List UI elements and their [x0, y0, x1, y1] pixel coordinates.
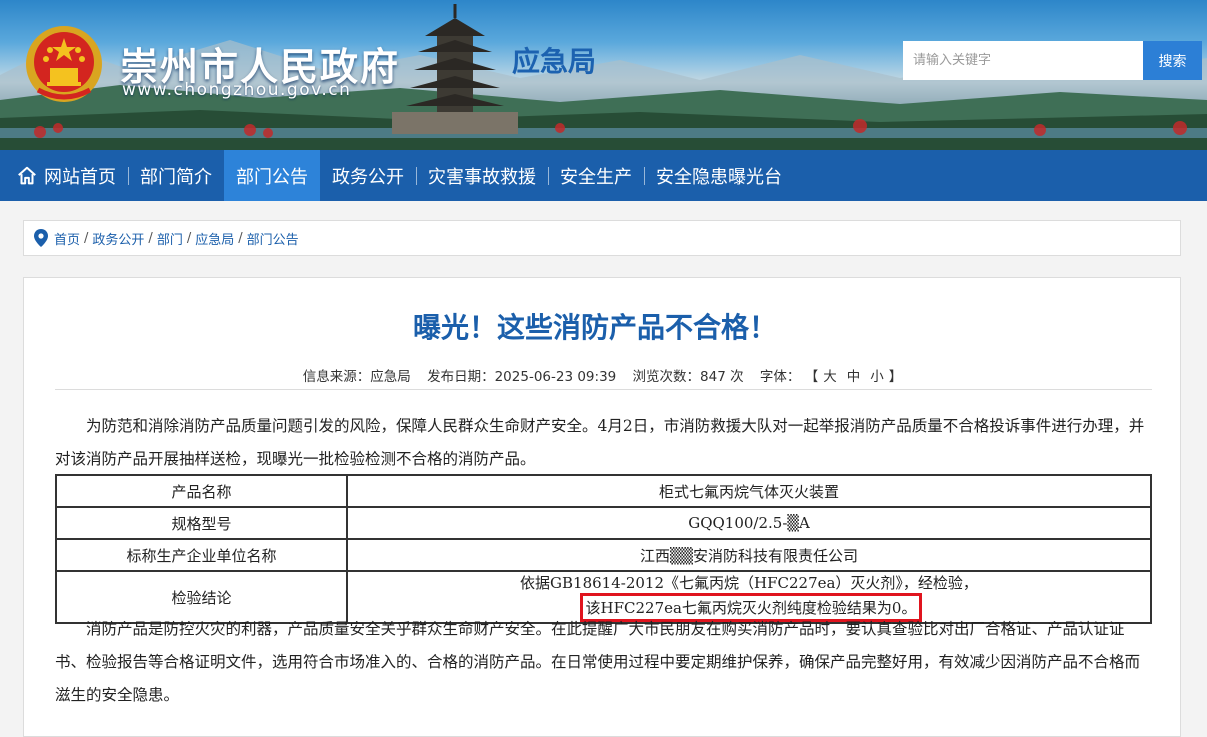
- article-title: 曝光！这些消防产品不合格！: [412, 311, 777, 344]
- meta-date-value: 2025-06-23 09:39: [494, 369, 617, 385]
- nav-item-dept-notice[interactable]: 部门公告: [224, 150, 320, 201]
- nav-item-label: 网站首页: [44, 166, 116, 188]
- nav-item-label: 部门简介: [140, 166, 212, 188]
- bracket-close: 】: [888, 369, 903, 385]
- national-emblem-icon: [26, 26, 102, 102]
- breadcrumb-link-gov-affairs[interactable]: 政务公开: [92, 229, 144, 248]
- meta-source: 信息来源：应急局: [303, 369, 411, 385]
- nav-item-label: 安全隐患曝光台: [656, 166, 782, 188]
- location-pin-icon: [34, 229, 48, 247]
- header-banner: 崇州市人民政府 www.chongzhou.gov.cn 应急局 搜索: [0, 0, 1207, 150]
- nav-item-home[interactable]: 网站首页: [0, 150, 128, 201]
- nav-item-label: 政务公开: [332, 166, 404, 188]
- home-icon: [18, 166, 36, 184]
- table-row: 标称生产企业单位名称 江西▒▒安消防科技有限责任公司: [55, 538, 1152, 572]
- product-info-table: 产品名称 柜式七氟丙烷气体灭火装置 规格型号 GQQ100/2.5-▒A 标称生…: [55, 474, 1152, 624]
- bracket-open: 【: [804, 369, 819, 385]
- nav-item-disaster-rescue[interactable]: 灾害事故救援: [416, 150, 548, 201]
- nav-item-label: 灾害事故救援: [428, 166, 536, 188]
- meta-views: 浏览次数：847 次: [633, 369, 744, 385]
- main-nav: 网站首页 部门简介 部门公告 政务公开 灾害事故救援 安全生产 安全隐患曝光台: [0, 150, 1207, 201]
- table-row: 产品名称 柜式七氟丙烷气体灭火装置: [55, 474, 1152, 508]
- nav-item-label: 安全生产: [560, 166, 632, 188]
- font-size-small-button[interactable]: 小: [870, 369, 884, 385]
- table-key-cell: 产品名称: [55, 474, 348, 508]
- search-bar: 搜索: [903, 41, 1202, 80]
- nav-item-gov-affairs[interactable]: 政务公开: [320, 150, 416, 201]
- breadcrumb-separator: /: [84, 230, 89, 246]
- search-button[interactable]: 搜索: [1143, 41, 1202, 80]
- breadcrumb-link-department[interactable]: 部门: [157, 229, 183, 248]
- breadcrumb-link-emergency-bureau[interactable]: 应急局: [195, 229, 234, 248]
- article-intro-paragraph: 为防范和消除消防产品质量问题引发的风险，保障人民群众生命财产安全。4月2日，市消…: [55, 417, 1145, 468]
- meta-views-label: 浏览次数：: [632, 369, 701, 385]
- meta-source-label: 信息来源：: [302, 369, 371, 385]
- nav-item-label: 部门公告: [236, 166, 308, 188]
- conclusion-text: 依据GB18614-2012《七氟丙烷（HFC227ea）灭火剂》，经检验，: [520, 574, 978, 592]
- meta-date: 发布日期：2025-06-23 09:39: [427, 369, 616, 385]
- table-key-cell: 标称生产企业单位名称: [55, 538, 348, 572]
- meta-source-value: 应急局: [370, 369, 411, 385]
- nav-item-dept-intro[interactable]: 部门简介: [128, 150, 224, 201]
- table-row: 规格型号 GQQ100/2.5-▒A: [55, 506, 1152, 540]
- font-size-large-button[interactable]: 大: [823, 369, 837, 385]
- font-size-medium-button[interactable]: 中: [847, 369, 861, 385]
- site-url: www.chongzhou.gov.cn: [122, 80, 352, 100]
- search-input[interactable]: [903, 41, 1143, 80]
- table-value-cell: 柜式七氟丙烷气体灭火装置: [346, 474, 1152, 508]
- meta-date-label: 发布日期：: [427, 369, 495, 385]
- article-meta: 信息来源：应急局 发布日期：2025-06-23 09:39 浏览次数：847 …: [0, 365, 1205, 385]
- breadcrumb-link-home[interactable]: 首页: [54, 229, 80, 248]
- nav-item-hazard-exposure[interactable]: 安全隐患曝光台: [644, 150, 794, 201]
- breadcrumb-separator: /: [148, 230, 153, 246]
- table-key-cell: 规格型号: [55, 506, 348, 540]
- meta-font-size: 字体： 【大中小】: [760, 369, 902, 385]
- breadcrumb-separator: /: [186, 230, 192, 246]
- article-closing-paragraph: 消防产品是防控火灾的利器，产品质量安全关乎群众生命财产安全。在此提醒广大市民朋友…: [55, 620, 1141, 704]
- breadcrumb-link-dept-notice[interactable]: 部门公告: [247, 229, 299, 248]
- breadcrumb: 首页 / 政务公开 / 部门 / 应急局 / 部门公告: [23, 220, 1181, 256]
- meta-views-value: 847 次: [700, 369, 744, 385]
- department-name: 应急局: [512, 45, 597, 78]
- table-value-cell: GQQ100/2.5-▒A: [346, 506, 1152, 540]
- font-size-label: 字体：: [759, 369, 801, 385]
- table-value-cell: 江西▒▒安消防科技有限责任公司: [346, 538, 1152, 572]
- meta-divider: [55, 389, 1152, 390]
- breadcrumb-separator: /: [238, 230, 243, 246]
- nav-item-safety-production[interactable]: 安全生产: [548, 150, 644, 201]
